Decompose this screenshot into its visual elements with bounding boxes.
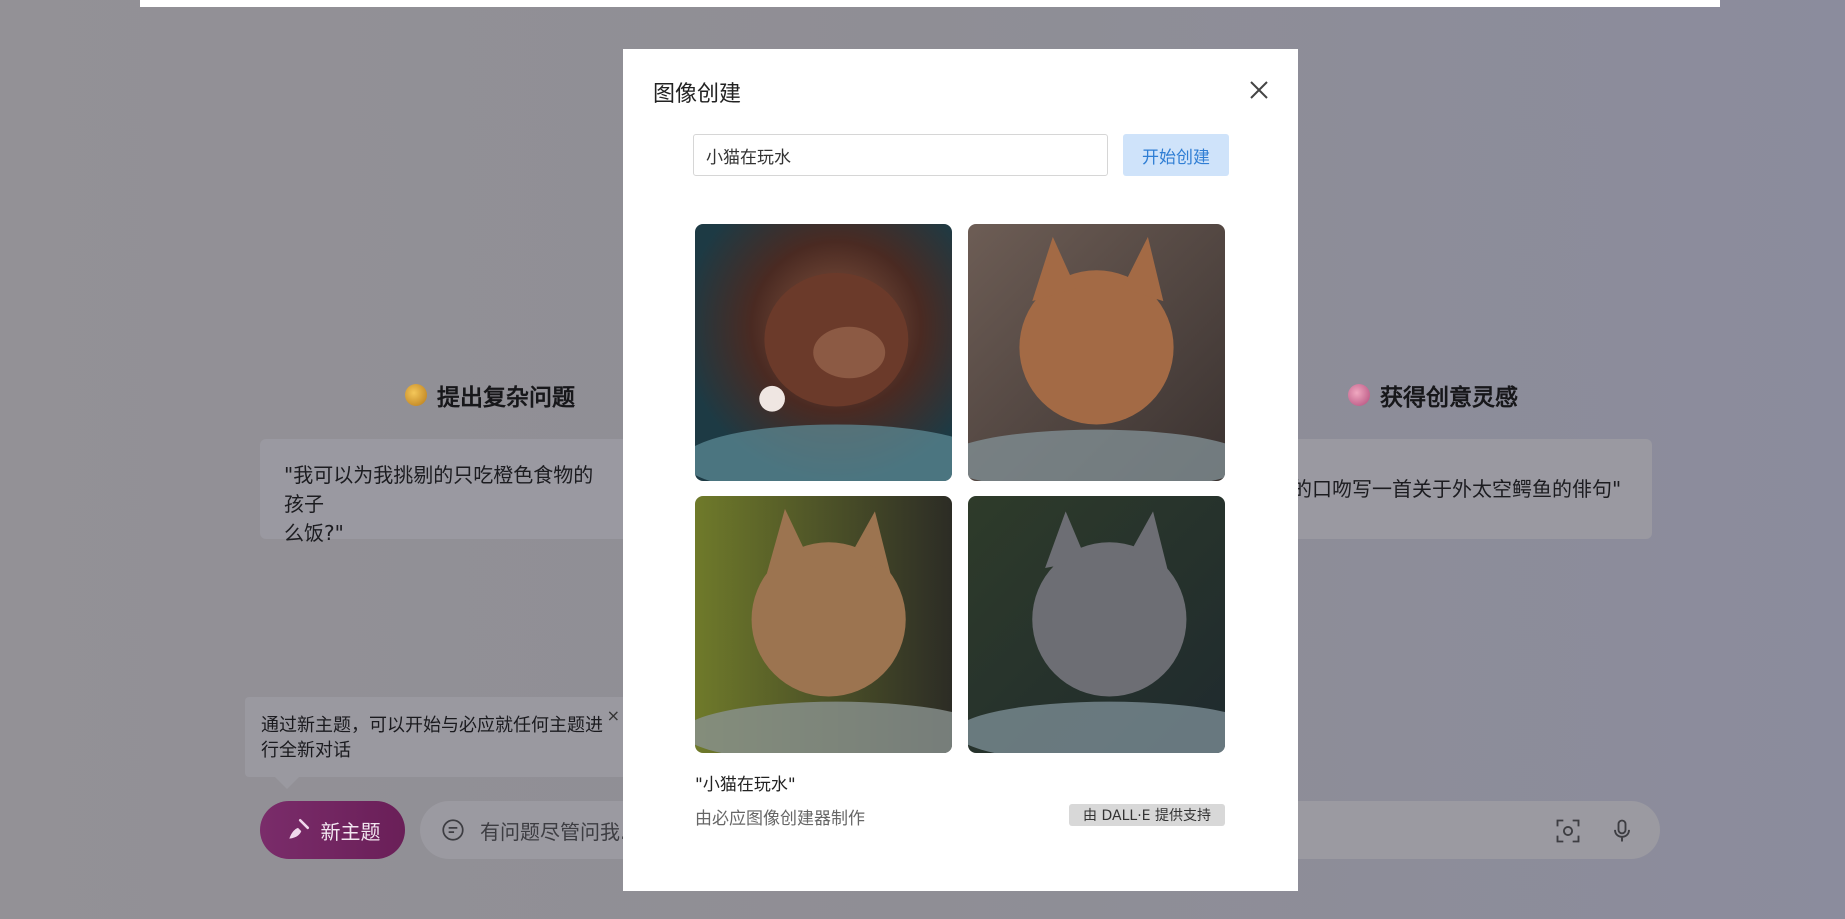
- example-card-left[interactable]: "我可以为我挑剔的只吃橙色食物的孩子 么饭?": [260, 439, 630, 545]
- card-line: 的口吻写一首关于外太空鳄鱼的俳句": [1292, 477, 1622, 501]
- new-topic-button[interactable]: 新主题: [260, 801, 405, 859]
- prompt-input[interactable]: 小猫在玩水: [693, 134, 1108, 176]
- example-card-right[interactable]: 的口吻写一首关于外太空鳄鱼的俳句": [1280, 439, 1652, 539]
- visual-search-icon[interactable]: [1554, 817, 1582, 845]
- image-creator-dialog: 图像创建 小猫在玩水 开始创建 "小猫在玩水" 由必应图像创建器制作 由 DAL…: [623, 49, 1298, 891]
- image-subcaption: 由必应图像创建器制作: [695, 809, 865, 829]
- category-complex-questions: 提出复杂问题: [405, 378, 575, 412]
- category-creative: 获得创意灵感: [1348, 378, 1518, 412]
- chat-bubble-icon: [442, 819, 464, 841]
- generated-image[interactable]: [695, 496, 952, 753]
- create-button[interactable]: 开始创建: [1123, 134, 1229, 176]
- prompt-value: 小猫在玩水: [706, 147, 791, 168]
- tooltip-close-icon[interactable]: ×: [607, 703, 620, 728]
- palette-icon: [1348, 384, 1370, 406]
- tooltip-line: 通过新主题，可以开始与必应就任何主题进: [261, 715, 603, 736]
- chat-placeholder: 有问题尽管问我...: [480, 819, 640, 844]
- generated-image[interactable]: [695, 224, 952, 481]
- tooltip-arrow: [275, 777, 299, 789]
- image-grid: [695, 224, 1225, 754]
- card-line: "我可以为我挑剔的只吃橙色食物的孩子: [284, 463, 594, 516]
- new-topic-tooltip: 通过新主题，可以开始与必应就任何主题进 行全新对话 ×: [245, 697, 630, 789]
- generated-image[interactable]: [968, 496, 1225, 753]
- close-icon[interactable]: [1248, 79, 1270, 101]
- generated-image[interactable]: [968, 224, 1225, 481]
- new-topic-label: 新主题: [320, 819, 381, 844]
- microphone-icon[interactable]: [1608, 817, 1636, 845]
- card-line: 么饭?": [284, 521, 344, 545]
- thinking-face-icon: [405, 384, 427, 406]
- category-title: 提出复杂问题: [437, 385, 575, 411]
- dalle-badge: 由 DALL·E 提供支持: [1069, 804, 1225, 826]
- category-title: 获得创意灵感: [1380, 385, 1518, 411]
- broom-icon: [288, 818, 309, 839]
- image-caption: "小猫在玩水": [695, 775, 796, 795]
- tooltip-line: 行全新对话: [261, 740, 351, 761]
- dialog-title: 图像创建: [653, 82, 742, 107]
